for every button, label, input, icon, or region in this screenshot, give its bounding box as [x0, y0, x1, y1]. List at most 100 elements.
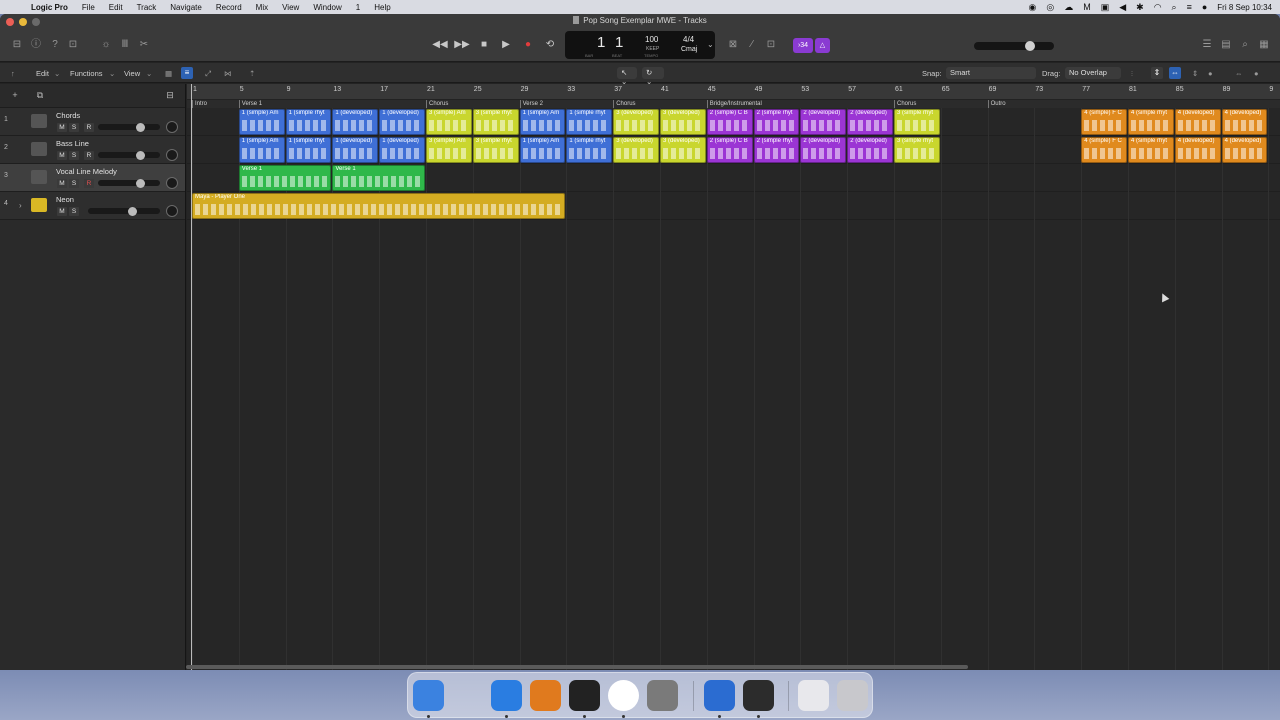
- volume-knob[interactable]: [136, 179, 145, 188]
- siri-icon[interactable]: ●: [1202, 2, 1207, 12]
- track-folder-icon[interactable]: ⧉: [34, 90, 46, 101]
- waveform-zoom-icon[interactable]: ⫶: [1131, 69, 1133, 79]
- region[interactable]: 3 (developed): [660, 137, 706, 163]
- menu-view[interactable]: View: [282, 3, 299, 12]
- volume-knob[interactable]: [128, 207, 137, 216]
- region[interactable]: 3 (simple rhyt: [894, 109, 940, 135]
- lcd-display[interactable]: 1 1 BAR BEAT 100 KEEP TEMPO 4/4 Cmaj ⌄: [565, 31, 715, 59]
- region[interactable]: 1 (developed): [379, 109, 425, 135]
- region[interactable]: 3 (simple rhyt: [472, 109, 519, 135]
- region[interactable]: 2 (developed): [800, 109, 847, 135]
- region[interactable]: 4 (simple) F C: [1081, 137, 1127, 163]
- track-row-chords[interactable]: 1 Chords M S R: [0, 108, 185, 136]
- marker[interactable]: Chorus: [426, 100, 448, 108]
- global-tracks-icon[interactable]: ⊟: [164, 90, 176, 101]
- region[interactable]: 2 (developed): [847, 137, 893, 163]
- marker[interactable]: Bridge/Instrumental: [706, 100, 762, 108]
- safari-icon[interactable]: [491, 680, 522, 711]
- playhead[interactable]: [191, 84, 192, 670]
- marker[interactable]: Chorus: [613, 100, 636, 108]
- region[interactable]: 2 (developed): [847, 109, 893, 135]
- lcd-tempo[interactable]: 100: [645, 35, 658, 44]
- region[interactable]: 3 (simple rhyt: [894, 137, 940, 163]
- region[interactable]: 1 (simple rhyt: [285, 137, 332, 163]
- marker[interactable]: Outro: [987, 100, 1006, 108]
- region[interactable]: 3 (developed): [613, 137, 659, 163]
- region[interactable]: 1 (developed): [332, 137, 379, 163]
- zoom-vertical-knob[interactable]: ●: [1208, 69, 1213, 78]
- region[interactable]: 4 (developed): [1221, 137, 1268, 163]
- region[interactable]: 2 (developed): [800, 137, 847, 163]
- pan-knob[interactable]: [166, 177, 178, 189]
- region[interactable]: 1 (simple) Am: [238, 137, 285, 163]
- menu-record[interactable]: Record: [216, 3, 242, 12]
- region[interactable]: 1 (simple) Am: [519, 137, 566, 163]
- track-lanes[interactable]: 1 (simple) Am 1 (simple rhyt 1 (developed)…: [187, 108, 1280, 670]
- region[interactable]: 2 (simple) C B: [706, 137, 753, 163]
- catch-icon[interactable]: ⇡: [249, 69, 255, 78]
- region[interactable]: 3 (simple rhyt: [472, 137, 519, 163]
- menu-1[interactable]: 1: [356, 3, 360, 12]
- volume-slider[interactable]: [98, 123, 160, 132]
- menu-mix[interactable]: Mix: [256, 3, 268, 12]
- volume-knob[interactable]: [136, 151, 145, 160]
- replace-icon[interactable]: ⊠: [726, 38, 740, 52]
- region[interactable]: 1 (simple rhyt: [566, 109, 613, 135]
- region[interactable]: 1 (simple) Am: [238, 109, 285, 135]
- region[interactable]: 1 (simple rhyt: [285, 109, 332, 135]
- list-view-icon[interactable]: ≡: [181, 67, 193, 79]
- malwarebytes-icon[interactable]: M: [1083, 2, 1091, 12]
- creative-cloud-icon[interactable]: ☁: [1064, 2, 1073, 13]
- marker[interactable]: Verse 2: [519, 100, 543, 108]
- system-settings-icon[interactable]: [647, 680, 678, 711]
- solo-icon[interactable]: ⊡: [764, 38, 778, 52]
- vertical-zoom-icon[interactable]: ⇕: [1151, 67, 1163, 79]
- region[interactable]: 4 (simple) F C: [1081, 109, 1127, 135]
- trash-icon[interactable]: [837, 680, 868, 711]
- volume-slider[interactable]: [98, 179, 160, 188]
- marker[interactable]: Intro: [192, 100, 207, 108]
- record-enable-button[interactable]: R: [84, 123, 94, 132]
- mute-button[interactable]: M: [57, 207, 67, 216]
- metronome-icon[interactable]: △: [815, 38, 830, 53]
- datetime[interactable]: Fri 8 Sep 10:34: [1217, 3, 1272, 12]
- garageband-icon[interactable]: [530, 680, 561, 711]
- region[interactable]: 3 (developed): [613, 109, 659, 135]
- pan-knob[interactable]: [166, 205, 178, 217]
- automation-icon[interactable]: ⤢: [205, 69, 211, 79]
- region[interactable]: Verse 1: [238, 165, 332, 191]
- rewind-icon[interactable]: ◀◀: [432, 38, 448, 52]
- region[interactable]: 3 (developed): [660, 109, 706, 135]
- menu-file[interactable]: File: [82, 3, 95, 12]
- music-icon[interactable]: [798, 680, 829, 711]
- toolbar-icon[interactable]: ⊡: [66, 38, 80, 52]
- loop-browser-icon[interactable]: ⌕: [1238, 38, 1252, 52]
- inspector-icon[interactable]: ⓘ: [29, 38, 43, 52]
- editors-icon[interactable]: ✂: [137, 38, 151, 52]
- marker-track[interactable]: Intro Verse 1 Chorus Verse 2 Chorus Bridge/In…: [187, 100, 1280, 108]
- tuner-icon[interactable]: ∕: [745, 38, 759, 52]
- mute-button[interactable]: M: [57, 179, 67, 188]
- menu-window[interactable]: Window: [313, 3, 341, 12]
- disclosure-icon[interactable]: ›: [19, 201, 22, 210]
- region[interactable]: 2 (simple rhyt: [753, 137, 800, 163]
- menu-edit[interactable]: Edit: [109, 3, 123, 12]
- region[interactable]: 2 (simple) C B: [706, 109, 753, 135]
- zoom-horizontal-knob[interactable]: ●: [1254, 69, 1259, 78]
- chevron-down-icon[interactable]: ⌄: [707, 40, 714, 49]
- region[interactable]: 4 (simple rhyt: [1128, 109, 1174, 135]
- functions-menu[interactable]: Functions: [70, 69, 103, 78]
- bar-ruler[interactable]: 1 5 9 13 17 21 25 29 33 37 41 45 49 53 57 61 65 69 73 77 81 8…: [187, 84, 1280, 100]
- password-icon[interactable]: ▣: [1101, 2, 1110, 13]
- accessibility-icon[interactable]: ◎: [1046, 2, 1054, 13]
- menu-navigate[interactable]: Navigate: [170, 3, 202, 12]
- bluetooth-icon[interactable]: ✱: [1136, 2, 1144, 13]
- track-row-vocal-line-melody[interactable]: 3 Vocal Line Melody M S R: [0, 164, 185, 192]
- smart-controls-icon[interactable]: ☼: [99, 38, 113, 52]
- region[interactable]: Verse 1: [332, 165, 425, 191]
- flex-icon[interactable]: ⋈: [224, 69, 232, 78]
- region[interactable]: 4 (developed): [1221, 109, 1268, 135]
- secondary-tool-menu[interactable]: ↻ ⌄: [642, 67, 664, 86]
- track-name[interactable]: Neon: [56, 195, 74, 204]
- forward-icon[interactable]: ▶▶: [454, 38, 470, 52]
